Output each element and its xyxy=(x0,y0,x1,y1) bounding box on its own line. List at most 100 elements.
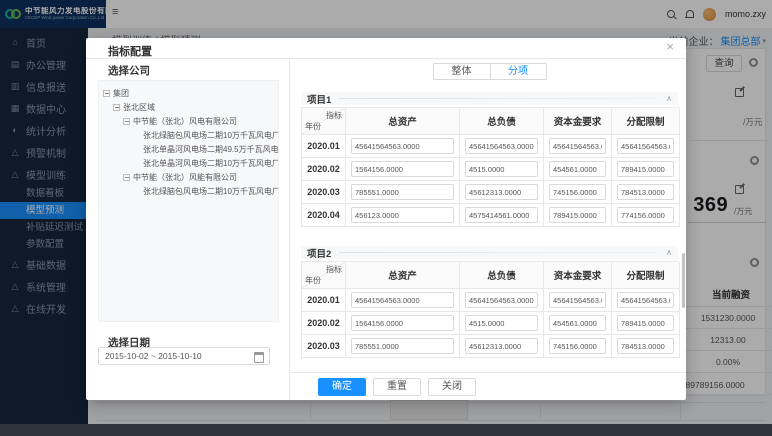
indicator-input[interactable] xyxy=(549,338,606,354)
corner-label-year: 年份 xyxy=(305,276,321,285)
indicator-input[interactable] xyxy=(351,161,454,177)
indicator-input[interactable] xyxy=(351,138,454,154)
indicator-table: 指标年份总资产总负债资本金要求分配限制2020.012020.022020.03 xyxy=(301,261,680,358)
project-section: 项目2∧指标年份总资产总负债资本金要求分配限制2020.012020.02202… xyxy=(301,246,680,358)
app-screen: 中节能风力发电股份有限公司 CECEP Wind power Corporati… xyxy=(0,0,772,436)
mode-tab[interactable]: 整体 xyxy=(432,63,490,80)
indicator-input[interactable] xyxy=(617,184,674,200)
indicator-input[interactable] xyxy=(351,315,454,331)
indicator-input[interactable] xyxy=(617,315,674,331)
collapse-chevron-icon[interactable]: ∧ xyxy=(666,94,672,103)
table-corner-cell: 指标 年份 xyxy=(302,262,346,289)
tree-node-label: 张北单晶河风电场二期49.5万千瓦风电厂项目 xyxy=(143,144,279,154)
corner-label-year: 年份 xyxy=(305,122,321,131)
indicator-input[interactable] xyxy=(549,138,606,154)
value-cell xyxy=(346,158,460,181)
year-cell: 2020.03 xyxy=(302,181,346,204)
value-cell xyxy=(544,135,612,158)
company-pane: 选择公司 集团 张北区域 中节能（张北）风电有限公司 张北绿脑包风电场二期10万千瓦风… xyxy=(86,58,290,400)
tree-expander-icon[interactable] xyxy=(113,103,120,111)
tree-node[interactable]: 集团 xyxy=(103,86,274,100)
indicator-input[interactable] xyxy=(351,338,454,354)
year-cell: 2020.02 xyxy=(302,312,346,335)
mode-tab[interactable]: 分项 xyxy=(489,63,547,80)
collapse-chevron-icon[interactable]: ∧ xyxy=(666,248,672,257)
indicator-input[interactable] xyxy=(465,207,538,223)
indicator-input[interactable] xyxy=(549,207,606,223)
column-header: 分配限制 xyxy=(612,262,680,289)
value-cell xyxy=(346,335,460,358)
section-divider-line xyxy=(339,98,659,99)
tree-expander-icon[interactable] xyxy=(123,117,130,125)
value-cell xyxy=(544,312,612,335)
close-icon[interactable]: × xyxy=(666,40,674,53)
confirm-button[interactable]: 确定 xyxy=(318,377,366,396)
indicator-input[interactable] xyxy=(617,207,674,223)
tree-node[interactable]: 中节能（张北）风电有限公司 xyxy=(103,114,274,128)
tree-node[interactable]: 张北单晶河风电场二期49.5万千瓦风电厂项目 xyxy=(103,142,278,156)
tree-expander-icon[interactable] xyxy=(103,89,110,97)
footer-button[interactable]: 关闭 xyxy=(428,377,476,396)
tree-node-label: 张北单晶河风电场二期10万千瓦风电厂项目 xyxy=(143,158,278,168)
value-cell xyxy=(544,335,612,358)
footer-button[interactable]: 重置 xyxy=(373,377,421,396)
tree-node-label: 集团 xyxy=(113,88,129,98)
corner-label-indicator: 指标 xyxy=(326,111,342,120)
indicator-input[interactable] xyxy=(617,138,674,154)
value-cell xyxy=(612,289,680,312)
indicator-input[interactable] xyxy=(549,161,606,177)
tree-expander-icon[interactable] xyxy=(123,173,130,181)
indicator-table: 指标年份总资产总负债资本金要求分配限制2020.012020.022020.03… xyxy=(301,107,680,227)
section-title: 项目1 xyxy=(307,94,332,106)
tree-node[interactable]: 张北绿脑包风电场二期10万千瓦风电厂项目 xyxy=(103,184,278,198)
calendar-icon[interactable] xyxy=(254,352,264,363)
value-cell xyxy=(460,204,544,227)
indicator-input[interactable] xyxy=(617,161,674,177)
indicator-input[interactable] xyxy=(351,184,454,200)
value-cell xyxy=(346,181,460,204)
tree-node-label: 张北绿脑包风电场二期10万千瓦风电厂项目 xyxy=(143,130,278,140)
indicator-config-modal: 指标配置 × 选择公司 集团 张北区域 中节能（张北）风电有限公司 张北绿脑包风电场二… xyxy=(86,38,686,400)
value-cell xyxy=(612,181,680,204)
value-cell xyxy=(544,289,612,312)
value-cell xyxy=(612,312,680,335)
indicator-input[interactable] xyxy=(351,292,454,308)
indicator-input[interactable] xyxy=(465,184,538,200)
date-range-input[interactable] xyxy=(98,347,270,365)
value-cell xyxy=(544,204,612,227)
indicator-pane: 整体分项 项目1∧指标年份总资产总负债资本金要求分配限制2020.012020.… xyxy=(291,58,686,372)
indicator-input[interactable] xyxy=(549,292,606,308)
scrollbar-thumb[interactable] xyxy=(682,253,685,308)
section-header[interactable]: 项目2 ∧ xyxy=(301,246,678,260)
indicator-input[interactable] xyxy=(465,338,538,354)
modal-title: 指标配置 xyxy=(108,46,152,58)
tree-node[interactable]: 中节能（张北）风能有限公司 xyxy=(103,170,274,184)
year-cell: 2020.04 xyxy=(302,204,346,227)
indicator-input[interactable] xyxy=(617,292,674,308)
tree-node[interactable]: 张北区域 xyxy=(103,100,274,114)
value-cell xyxy=(612,204,680,227)
year-cell: 2020.01 xyxy=(302,135,346,158)
column-header: 分配限制 xyxy=(612,108,680,135)
indicator-input[interactable] xyxy=(465,315,538,331)
corner-label-indicator: 指标 xyxy=(326,265,342,274)
mode-tabs: 整体 分项 xyxy=(301,63,678,80)
value-cell xyxy=(460,312,544,335)
tree-node[interactable]: 张北绿脑包风电场二期10万千瓦风电厂项目 xyxy=(103,128,278,142)
section-header[interactable]: 项目1 ∧ xyxy=(301,92,678,106)
indicator-input[interactable] xyxy=(465,292,538,308)
year-cell: 2020.01 xyxy=(302,289,346,312)
indicator-input[interactable] xyxy=(549,184,606,200)
column-header: 资本金要求 xyxy=(544,108,612,135)
indicator-input[interactable] xyxy=(351,207,454,223)
modal-footer: 确定 重置 关闭 xyxy=(290,372,686,400)
indicator-input[interactable] xyxy=(549,315,606,331)
indicator-input[interactable] xyxy=(465,161,538,177)
tree-node[interactable]: 张北单晶河风电场二期10万千瓦风电厂项目 xyxy=(103,156,278,170)
indicator-input[interactable] xyxy=(465,138,538,154)
tree-node-label: 张北区域 xyxy=(123,102,155,112)
value-cell xyxy=(460,135,544,158)
value-cell xyxy=(346,289,460,312)
indicator-input[interactable] xyxy=(617,338,674,354)
company-tree: 集团张北区域中节能（张北）风电有限公司张北绿脑包风电场二期10万千瓦风电厂项目张… xyxy=(98,80,279,322)
